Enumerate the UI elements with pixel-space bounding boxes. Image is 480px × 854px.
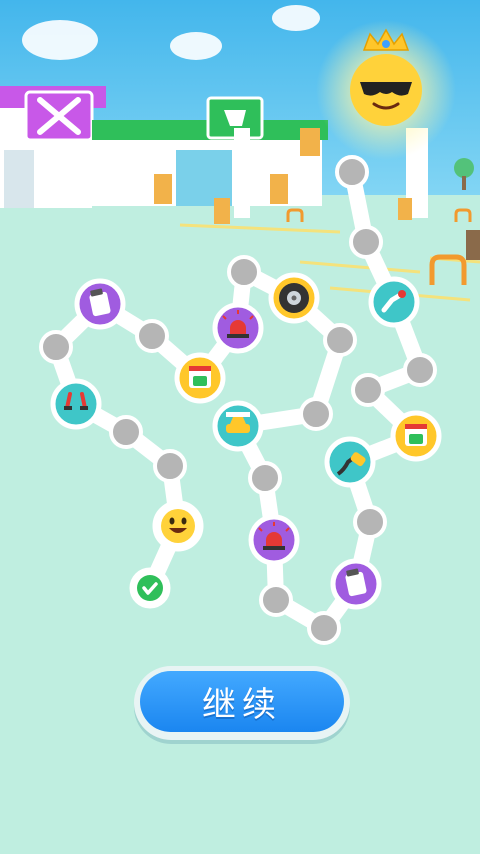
sunglasses-sun-icon bbox=[316, 20, 456, 160]
path-node-empty bbox=[248, 461, 282, 495]
path-node-fuel-nozzle bbox=[324, 436, 376, 488]
path-node-car-wash bbox=[390, 410, 442, 462]
path-node-tire bbox=[268, 272, 320, 324]
path-node-empty bbox=[403, 353, 437, 387]
path-node-fuel-can bbox=[74, 278, 126, 330]
fuel-dispenser bbox=[214, 198, 230, 224]
path-node-empty bbox=[39, 330, 73, 364]
path-node-empty bbox=[335, 155, 369, 189]
path-node-sunglasses-sun bbox=[316, 20, 456, 160]
path-node-car-wash bbox=[174, 352, 226, 404]
cloud bbox=[272, 5, 320, 31]
continue-button-label: 继续 bbox=[202, 685, 282, 725]
canopy-pillar bbox=[234, 128, 250, 218]
post bbox=[466, 230, 480, 260]
path-node-siren bbox=[248, 514, 300, 566]
path-node-empty bbox=[299, 397, 333, 431]
path-node-jumper-cables bbox=[50, 378, 102, 430]
fuel-dispenser bbox=[398, 198, 412, 220]
path-node-empty bbox=[135, 319, 169, 353]
path-node-empty bbox=[307, 611, 341, 645]
path-node-empty bbox=[109, 415, 143, 449]
cloud bbox=[170, 32, 222, 60]
path-node-siren bbox=[212, 302, 264, 354]
path-node-empty bbox=[259, 583, 293, 617]
car-wash-icon bbox=[405, 424, 427, 446]
path-node-smiley bbox=[152, 500, 204, 552]
checkmark-icon bbox=[137, 575, 163, 601]
path-node-empty bbox=[153, 449, 187, 483]
tire-icon bbox=[279, 283, 309, 313]
tree bbox=[454, 158, 474, 178]
path-node-empty bbox=[227, 255, 261, 289]
path-node-empty bbox=[351, 373, 385, 407]
path-node-fuel-can bbox=[330, 558, 382, 610]
continue-button-face[interactable]: 继续 bbox=[140, 671, 344, 732]
car-wash-icon bbox=[189, 366, 211, 388]
cloud bbox=[22, 20, 98, 60]
path-node-car bbox=[212, 400, 264, 452]
path-node-empty bbox=[353, 505, 387, 539]
path-node-fuel-pump bbox=[368, 276, 420, 328]
completed-node bbox=[129, 567, 171, 609]
repair-shop bbox=[0, 86, 106, 208]
path-node-empty bbox=[323, 323, 357, 357]
continue-button[interactable]: 继续 bbox=[134, 666, 350, 740]
smiley-icon bbox=[161, 509, 195, 543]
canopy-sign bbox=[300, 128, 320, 156]
game-screen: 继续 bbox=[0, 0, 480, 854]
path-node-empty bbox=[349, 225, 383, 259]
